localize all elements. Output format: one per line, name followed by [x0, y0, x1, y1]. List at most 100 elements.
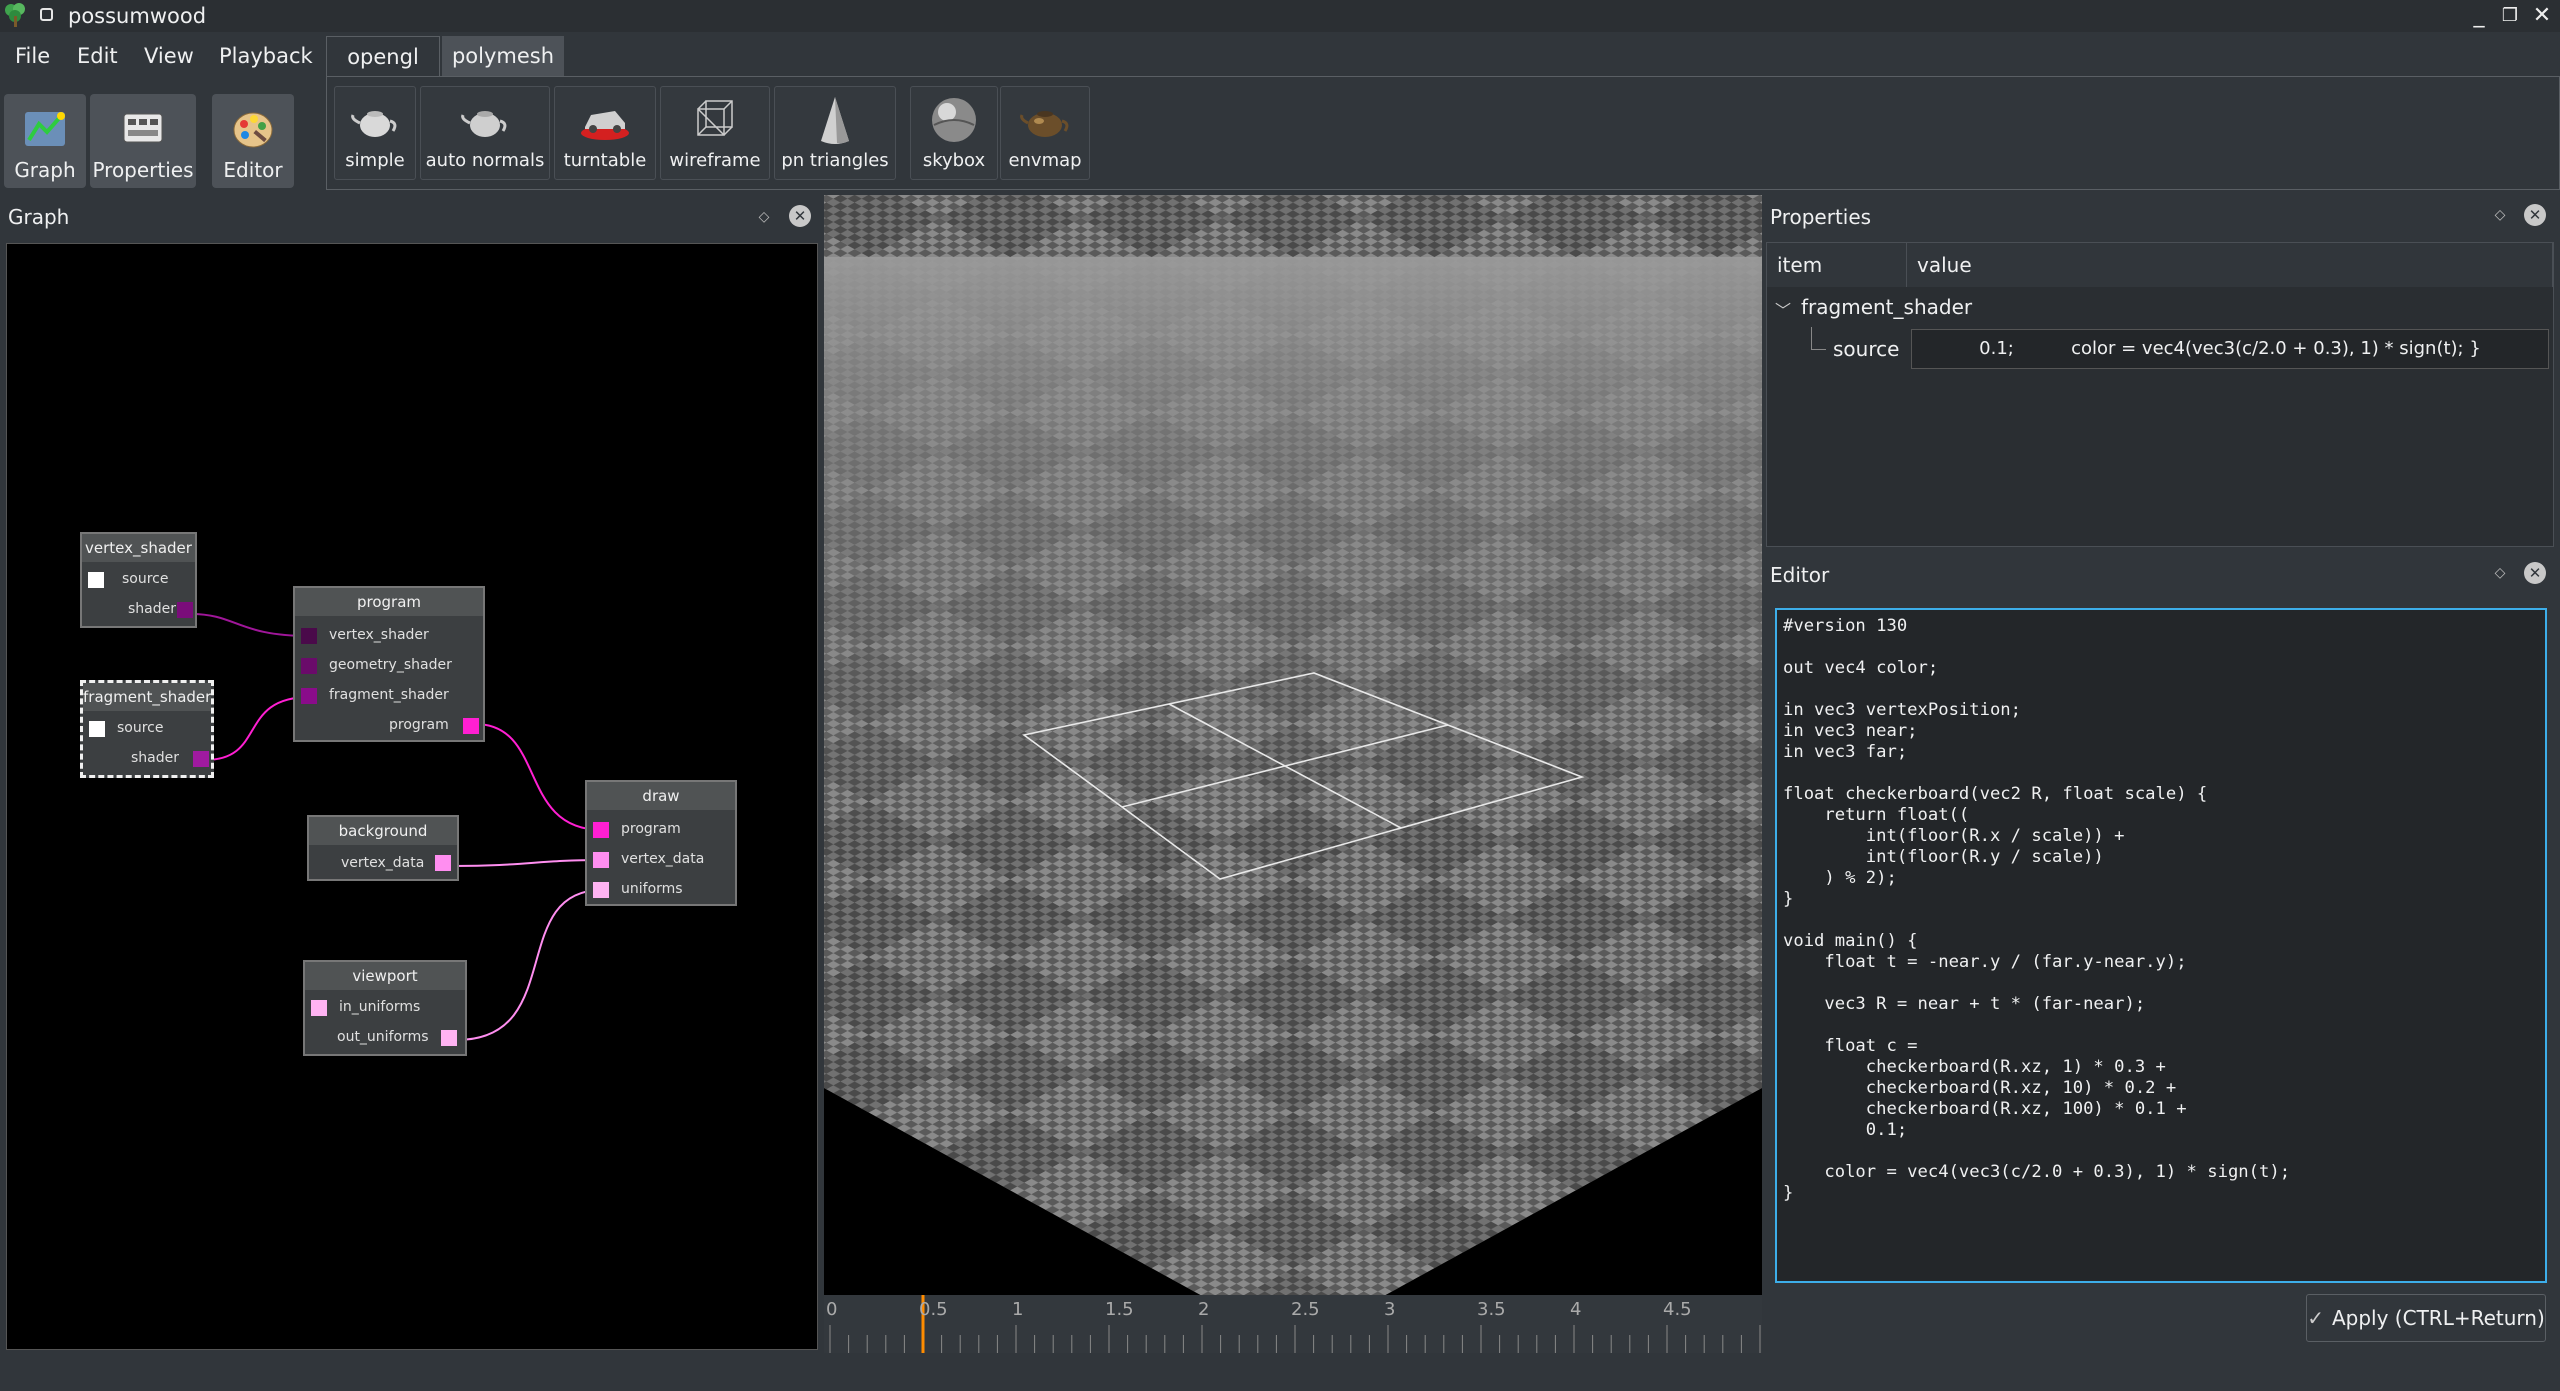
- timeline-tick-label: 4.5: [1663, 1299, 1692, 1320]
- port-fragment-shader-in[interactable]: [301, 688, 317, 704]
- port-vertex-shader-in[interactable]: [301, 628, 317, 644]
- timeline-tick-label: 0: [826, 1299, 838, 1320]
- graph-dock-float-icon[interactable]: ◇: [754, 207, 774, 227]
- node-draw[interactable]: draw program vertex_data uniforms: [585, 780, 737, 906]
- source-value-field[interactable]: 0.1; color = vec4(vec3(c/2.0 + 0.3), 1) …: [1911, 329, 2549, 369]
- port-program-out[interactable]: [463, 718, 479, 734]
- port-label: vertex_shader: [329, 627, 429, 643]
- node-viewport[interactable]: viewport in_uniforms out_uniforms: [303, 960, 467, 1056]
- port-shader-out[interactable]: [193, 751, 209, 767]
- port-label: source: [122, 571, 169, 587]
- port-uniforms-in[interactable]: [593, 882, 609, 898]
- menu-playback[interactable]: Playback: [219, 38, 313, 74]
- auto-normals-button[interactable]: auto normals: [420, 86, 550, 180]
- tree-branch-line: [1811, 327, 1826, 350]
- tab-polymesh[interactable]: polymesh: [442, 36, 564, 76]
- turntable-label: turntable: [563, 150, 647, 171]
- timeline-tick-label: 1: [1012, 1299, 1024, 1320]
- code-editor[interactable]: #version 130 out vec4 color; in vec3 ver…: [1775, 608, 2547, 1283]
- app-tree-icon: [5, 3, 25, 27]
- simple-label: simple: [345, 150, 405, 171]
- port-label: source: [117, 720, 164, 736]
- window-menu-icon[interactable]: [40, 8, 53, 21]
- auto-normals-label: auto normals: [425, 150, 545, 171]
- timeline-tick-label: 4: [1570, 1299, 1582, 1320]
- envmap-button[interactable]: envmap: [1000, 86, 1090, 180]
- node-background[interactable]: background vertex_data: [307, 815, 459, 881]
- link-program-draw: [474, 723, 603, 831]
- graph-dock-title: Graph: [8, 205, 70, 229]
- maximize-button[interactable]: ❐: [2494, 0, 2526, 32]
- graph-button-label: Graph: [14, 158, 76, 182]
- properties-dock-title: Properties: [1770, 205, 1872, 229]
- port-source-in[interactable]: [89, 721, 105, 737]
- properties-dock-float-icon[interactable]: ◇: [2490, 205, 2510, 225]
- port-label: geometry_shader: [329, 657, 452, 673]
- menu-edit[interactable]: Edit: [77, 38, 118, 74]
- skybox-button[interactable]: skybox: [910, 86, 998, 180]
- port-label: vertex_data: [621, 851, 705, 867]
- properties-dock-button[interactable]: Properties: [90, 94, 196, 188]
- properties-tree[interactable]: item value ﹀ fragment_shader source 0.1;…: [1766, 242, 2554, 547]
- node-title: vertex_shader: [82, 534, 195, 562]
- tree-node-fragment-shader[interactable]: fragment_shader: [1801, 291, 1972, 323]
- port-label: shader: [131, 750, 180, 766]
- column-header-item[interactable]: item: [1767, 243, 1907, 287]
- teapot-icon: [351, 111, 397, 137]
- port-label: vertex_data: [341, 855, 425, 871]
- timeline-tick-label: 3.5: [1477, 1299, 1506, 1320]
- properties-button-label: Properties: [92, 158, 194, 182]
- 3d-viewport[interactable]: [824, 195, 1762, 1295]
- graph-dock-button[interactable]: Graph: [4, 94, 86, 188]
- column-header-value[interactable]: value: [1907, 243, 2553, 287]
- turntable-button[interactable]: turntable: [554, 86, 656, 180]
- graph-icon: [25, 112, 65, 146]
- car-turntable-icon: [581, 111, 629, 140]
- tree-row-source-item[interactable]: source: [1833, 333, 1899, 365]
- timeline[interactable]: 0 0.5 1 1.5 2 2.5 3 3.5 4 4.5: [824, 1295, 1762, 1353]
- apply-label: Apply (CTRL+Return): [2331, 1306, 2545, 1330]
- teapot-normals-icon: [461, 111, 507, 137]
- minimize-button[interactable]: _: [2463, 0, 2495, 32]
- close-window-button[interactable]: ✕: [2526, 0, 2558, 32]
- editor-dock-title: Editor: [1770, 563, 1830, 587]
- port-source-in[interactable]: [88, 572, 104, 588]
- window-title: possumwood: [68, 4, 207, 28]
- node-fragment-shader[interactable]: fragment_shader source shader: [80, 680, 214, 778]
- menu-view[interactable]: View: [144, 38, 194, 74]
- editor-dock-close-icon[interactable]: ✕: [2524, 562, 2546, 584]
- node-title: draw: [587, 782, 735, 810]
- port-out-uniforms[interactable]: [441, 1030, 457, 1046]
- expand-chevron-icon[interactable]: ﹀: [1775, 297, 1791, 321]
- graph-canvas[interactable]: vertex_shader source shader fragment_sha…: [6, 243, 818, 1350]
- node-vertex-shader[interactable]: vertex_shader source shader: [80, 532, 197, 628]
- port-label: fragment_shader: [329, 687, 449, 703]
- properties-dock-close-icon[interactable]: ✕: [2524, 204, 2546, 226]
- pn-triangles-label: pn triangles: [781, 150, 889, 171]
- editor-dock-button[interactable]: Editor: [212, 94, 294, 188]
- wireframe-button[interactable]: wireframe: [660, 86, 770, 180]
- editor-button-label: Editor: [223, 158, 283, 182]
- simple-button[interactable]: simple: [334, 86, 416, 180]
- code-text[interactable]: #version 130 out vec4 color; in vec3 ver…: [1777, 610, 2545, 1204]
- port-vertex-data-out[interactable]: [435, 855, 451, 871]
- port-program-in[interactable]: [593, 822, 609, 838]
- wireframe-label: wireframe: [669, 150, 761, 171]
- tab-opengl[interactable]: opengl: [326, 36, 440, 76]
- port-label: program: [389, 717, 449, 733]
- node-title: viewport: [305, 962, 465, 990]
- pn-triangles-button[interactable]: pn triangles: [774, 86, 896, 180]
- graph-dock-close-icon[interactable]: ✕: [789, 205, 811, 227]
- apply-button[interactable]: ✓ Apply (CTRL+Return): [2306, 1294, 2546, 1342]
- port-label: shader: [128, 601, 177, 617]
- node-program[interactable]: program vertex_shader geometry_shader fr…: [293, 586, 485, 742]
- sphere-icon: [932, 98, 976, 142]
- port-shader-out[interactable]: [177, 602, 193, 618]
- cone-icon: [821, 97, 849, 144]
- menu-file[interactable]: File: [15, 38, 50, 74]
- port-vertex-data-in[interactable]: [593, 852, 609, 868]
- timeline-tick-label: 1.5: [1105, 1299, 1134, 1320]
- editor-dock-float-icon[interactable]: ◇: [2490, 563, 2510, 583]
- port-in-uniforms[interactable]: [311, 1000, 327, 1016]
- port-geometry-shader-in[interactable]: [301, 658, 317, 674]
